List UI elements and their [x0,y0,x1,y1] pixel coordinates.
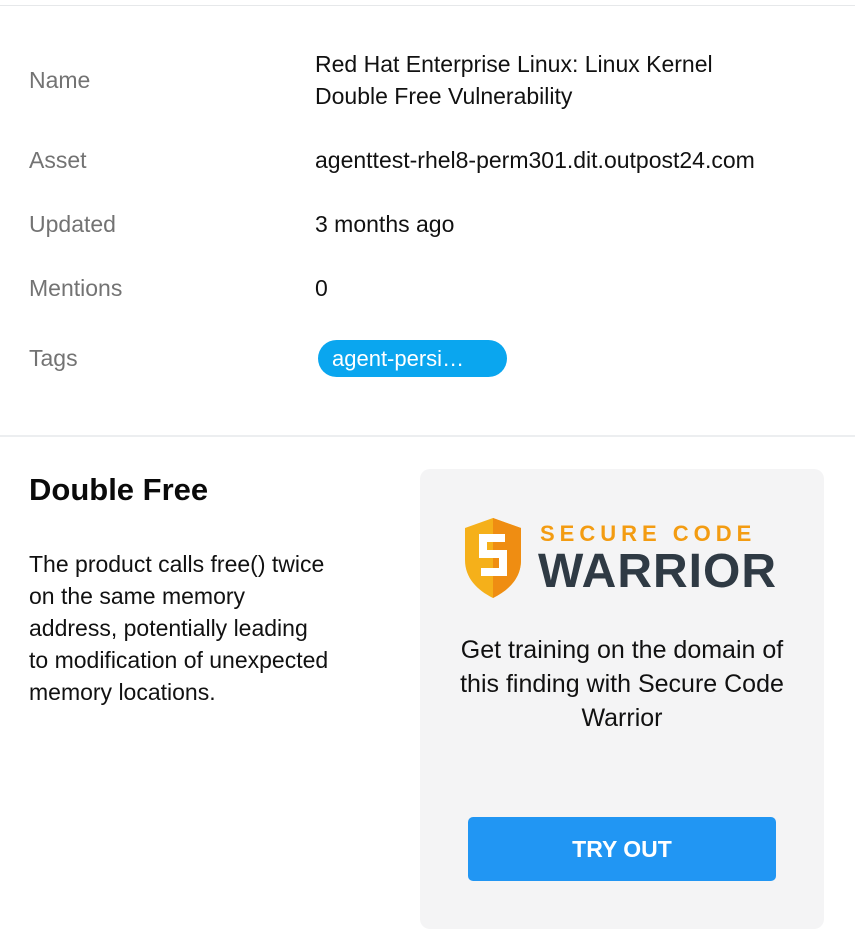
asset-label: Asset [29,147,87,173]
try-out-button[interactable]: TRY OUT [468,817,776,881]
updated-label: Updated [29,211,116,237]
cwe-title: Double Free [29,472,209,507]
name-label: Name [29,67,91,93]
tag-chip[interactable]: agent-persi… [318,340,507,377]
tags-label: Tags [29,345,78,371]
logo-warrior-text: WARRIOR [538,545,777,598]
asset-value[interactable]: agenttest-rhel8-perm301.dit.outpost24.co… [315,144,755,176]
updated-value: 3 months ago [315,211,455,237]
finding-details: Name Red Hat Enterprise Linux: Linux Ker… [0,6,855,436]
mentions-label: Mentions [29,275,123,301]
cwe-description: The product calls free() twice on the sa… [29,551,329,705]
mentions-value: 0 [315,275,328,301]
training-text: Get training on the domain of this findi… [460,636,784,732]
name-value-line2: Double Free Vulnerability [315,83,573,109]
secure-code-warrior-card: SECURE CODE WARRIOR Get training on the … [420,469,824,929]
shield-icon [465,518,521,598]
secure-code-warrior-logo: SECURE CODE WARRIOR [461,514,781,604]
section-divider [0,435,855,437]
name-value-line1: Red Hat Enterprise Linux: Linux Kernel [315,51,713,77]
